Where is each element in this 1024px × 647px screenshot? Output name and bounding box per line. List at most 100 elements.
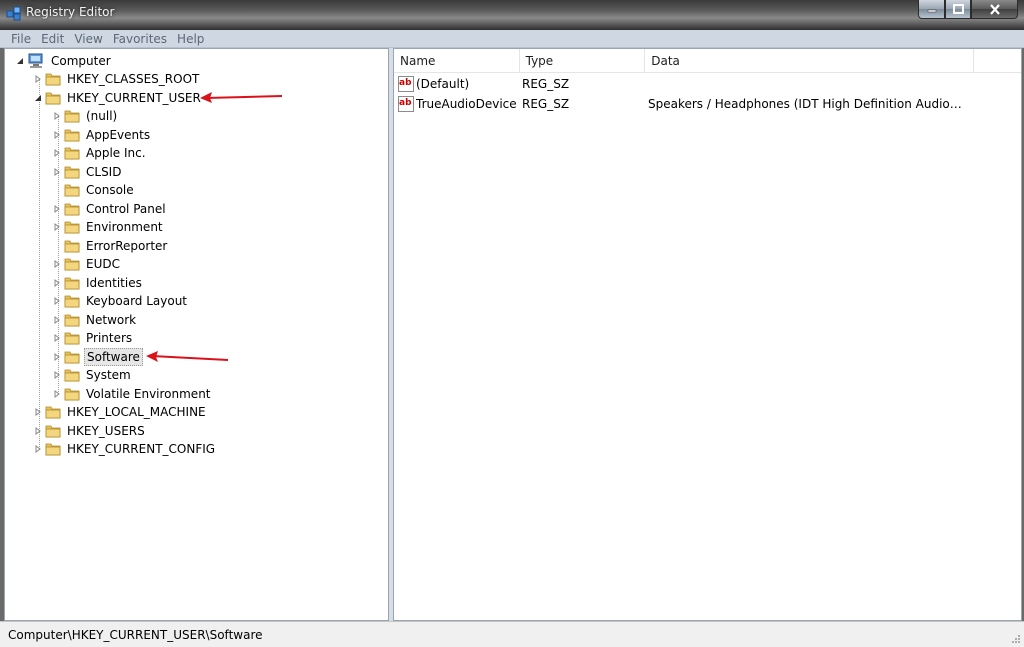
tree-item-environment[interactable]: Environment	[52, 218, 165, 236]
tree-label: Keyboard Layout	[86, 294, 188, 308]
folder-icon	[64, 109, 80, 123]
value-name: TrueAudioDevice	[416, 97, 517, 111]
column-header-type[interactable]: Type	[520, 49, 646, 73]
list-header: Name Type Data	[394, 49, 1021, 73]
collapsed-arrow-icon[interactable]	[52, 130, 62, 140]
folder-icon	[64, 202, 80, 216]
list-row[interactable]: ab TrueAudioDevice REG_SZ Speakers / Hea…	[394, 94, 1021, 114]
tree-label: Computer	[51, 54, 111, 68]
folder-icon	[64, 165, 80, 179]
menu-help[interactable]: Help	[172, 30, 209, 48]
folder-icon	[64, 257, 80, 271]
tree-label: HKEY_USERS	[67, 424, 145, 438]
tree-item-console[interactable]: Console	[52, 181, 136, 199]
folder-icon	[45, 424, 61, 438]
tree-item-volatile-environment[interactable]: Volatile Environment	[52, 385, 213, 403]
folder-icon	[64, 368, 80, 382]
tree-label: HKEY_CURRENT_USER	[67, 91, 201, 105]
tree-pane[interactable]: Computer HKEY_CLASSES_ROOT HKEY_CURRENT_U…	[4, 48, 389, 621]
tree-label: Network	[86, 313, 137, 327]
tree-label: System	[86, 368, 131, 382]
folder-icon	[64, 183, 80, 197]
collapsed-arrow-icon[interactable]	[52, 148, 62, 158]
tree-label: HKEY_LOCAL_MACHINE	[67, 405, 206, 419]
tree-item-keyboard-layout[interactable]: Keyboard Layout	[52, 292, 189, 310]
title-bar: Registry Editor	[0, 0, 1024, 30]
tree-item-identities[interactable]: Identities	[52, 274, 144, 292]
tree-item-hkey-classes-root[interactable]: HKEY_CLASSES_ROOT	[33, 70, 201, 88]
collapsed-arrow-icon[interactable]	[52, 111, 62, 121]
tree-item-hkey-users[interactable]: HKEY_USERS	[33, 422, 147, 440]
folder-icon	[45, 72, 61, 86]
values-list[interactable]: Name Type Data ab (Default) REG_SZ ab Tr…	[393, 48, 1022, 621]
client-area: Computer HKEY_CLASSES_ROOT HKEY_CURRENT_U…	[4, 48, 1022, 621]
status-path: Computer\HKEY_CURRENT_USER\Software	[8, 628, 263, 642]
tree-item-errorreporter[interactable]: ErrorReporter	[52, 237, 169, 255]
tree-label: AppEvents	[86, 128, 151, 142]
collapsed-arrow-icon[interactable]	[52, 204, 62, 214]
tree-label: Environment	[86, 220, 163, 234]
menu-bar: File Edit View Favorites Help	[0, 30, 1024, 48]
tree-label: Control Panel	[86, 202, 166, 216]
collapsed-arrow-icon[interactable]	[52, 259, 62, 269]
tree-item-appevents[interactable]: AppEvents	[52, 126, 152, 144]
collapsed-arrow-icon[interactable]	[52, 222, 62, 232]
collapsed-arrow-icon[interactable]	[52, 352, 62, 362]
collapsed-arrow-icon[interactable]	[33, 426, 43, 436]
folder-icon	[64, 220, 80, 234]
folder-icon	[45, 405, 61, 419]
tree-item-clsid[interactable]: CLSID	[52, 163, 123, 181]
collapsed-arrow-icon[interactable]	[33, 407, 43, 417]
tree-item-system[interactable]: System	[52, 366, 133, 384]
folder-icon	[64, 331, 80, 345]
annotation-arrow-software	[146, 351, 229, 362]
folder-icon	[45, 91, 61, 105]
column-header-data[interactable]: Data	[645, 49, 975, 73]
collapsed-arrow-icon[interactable]	[33, 74, 43, 84]
tree-item-null[interactable]: (null)	[52, 107, 119, 125]
tree-item-apple-inc[interactable]: Apple Inc.	[52, 144, 148, 162]
tree-item-computer[interactable]: Computer	[15, 52, 113, 70]
tree-label: Printers	[86, 331, 133, 345]
tree-item-control-panel[interactable]: Control Panel	[52, 200, 168, 218]
tree-label: CLSID	[86, 165, 122, 179]
folder-icon	[64, 239, 80, 253]
value-type: REG_SZ	[522, 97, 570, 111]
tree-item-printers[interactable]: Printers	[52, 329, 134, 347]
collapsed-arrow-icon[interactable]	[52, 296, 62, 306]
tree-item-software[interactable]: Software	[52, 348, 143, 366]
minimize-button[interactable]	[918, 0, 945, 19]
tree-item-hkey-current-config[interactable]: HKEY_CURRENT_CONFIG	[33, 440, 217, 458]
column-header-name[interactable]: Name	[394, 49, 520, 73]
menu-edit[interactable]: Edit	[36, 30, 69, 48]
folder-icon	[45, 442, 61, 456]
collapsed-arrow-icon[interactable]	[52, 278, 62, 288]
tree-item-network[interactable]: Network	[52, 311, 138, 329]
expanded-arrow-icon[interactable]	[33, 93, 43, 103]
collapsed-arrow-icon[interactable]	[52, 315, 62, 325]
tree-label: EUDC	[86, 257, 120, 271]
collapsed-arrow-icon[interactable]	[33, 444, 43, 454]
menu-favorites[interactable]: Favorites	[108, 30, 172, 48]
close-button[interactable]	[971, 0, 1018, 19]
window-controls	[918, 0, 1018, 20]
menu-file[interactable]: File	[6, 30, 36, 48]
collapsed-arrow-icon[interactable]	[52, 333, 62, 343]
collapsed-arrow-icon[interactable]	[52, 370, 62, 380]
tree-label: Software	[84, 348, 143, 366]
minimize-icon	[927, 9, 936, 13]
collapsed-arrow-icon[interactable]	[52, 389, 62, 399]
folder-icon	[64, 128, 80, 142]
list-row[interactable]: ab (Default) REG_SZ	[394, 74, 1021, 94]
expanded-arrow-icon[interactable]	[15, 56, 25, 66]
tree-item-hkey-current-user[interactable]: HKEY_CURRENT_USER	[33, 89, 203, 107]
tree-item-hkey-local-machine[interactable]: HKEY_LOCAL_MACHINE	[33, 403, 208, 421]
tree-item-eudc[interactable]: EUDC	[52, 255, 122, 273]
close-icon	[989, 3, 1000, 15]
value-name: (Default)	[416, 77, 470, 91]
collapsed-arrow-icon[interactable]	[52, 167, 62, 177]
maximize-button[interactable]	[945, 0, 971, 19]
resize-grip-icon[interactable]	[1011, 634, 1021, 644]
menu-view[interactable]: View	[69, 30, 107, 48]
